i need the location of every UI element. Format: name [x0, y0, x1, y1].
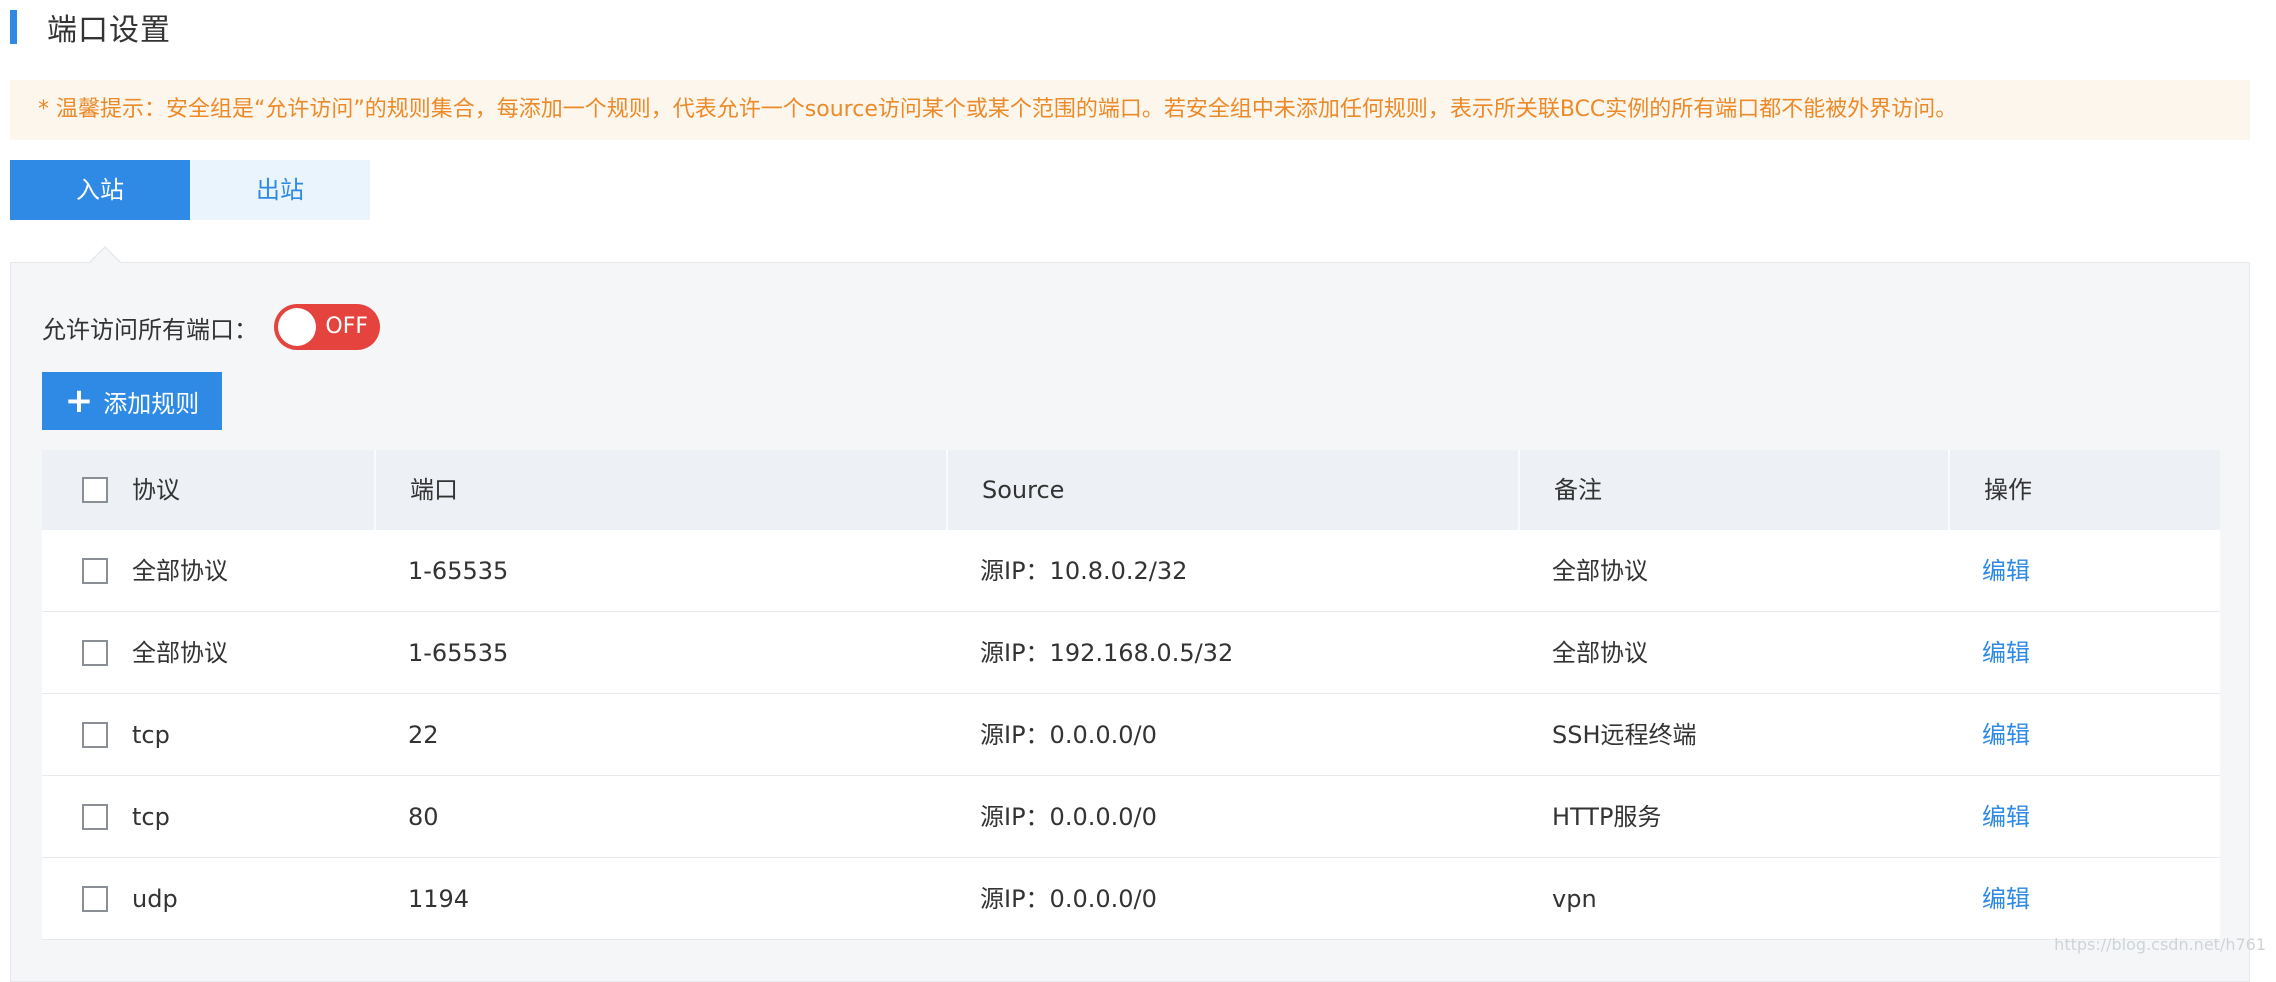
table-row: udp 1194 源IP：0.0.0.0/0 vpn 编辑 [42, 858, 2220, 940]
row-checkbox[interactable] [82, 722, 108, 748]
port-cell: 1-65535 [408, 557, 509, 585]
edit-link[interactable]: 编辑 [1982, 803, 2030, 831]
tab-outbound[interactable]: 出站 [190, 160, 370, 220]
header-protocol-label: 协议 [132, 476, 180, 504]
plus-icon: + [64, 381, 94, 421]
remark-cell: vpn [1552, 885, 1597, 913]
protocol-cell: tcp [42, 776, 374, 858]
protocol-value: udp [132, 885, 178, 913]
edit-link[interactable]: 编辑 [1982, 557, 2030, 585]
toggle-knob [278, 308, 316, 346]
header-source: Source [946, 450, 1518, 530]
row-checkbox[interactable] [82, 640, 108, 666]
protocol-value: 全部协议 [132, 557, 228, 585]
select-all-checkbox[interactable] [82, 477, 108, 503]
remark-cell: HTTP服务 [1552, 803, 1662, 831]
source-cell: 源IP：10.8.0.2/32 [980, 557, 1188, 585]
toggle-state-text: OFF [325, 314, 368, 339]
allow-all-ports-label: 允许访问所有端口： [42, 315, 258, 344]
header-protocol: 协议 [42, 450, 374, 530]
page-header: 端口设置 [10, 10, 171, 48]
remark-cell: 全部协议 [1552, 557, 1648, 585]
protocol-cell: 全部协议 [42, 612, 374, 694]
add-rule-label: 添加规则 [103, 389, 200, 418]
port-cell: 1194 [408, 885, 470, 913]
edit-link[interactable]: 编辑 [1982, 721, 2030, 749]
port-cell: 1-65535 [408, 639, 509, 667]
page-title: 端口设置 [47, 13, 171, 48]
direction-tabs: 入站 出站 [10, 160, 370, 220]
row-checkbox[interactable] [82, 886, 108, 912]
panel-pointer-arrow-fill [89, 248, 121, 264]
source-cell: 源IP：192.168.0.5/32 [980, 639, 1234, 667]
row-checkbox[interactable] [82, 558, 108, 584]
table-row: tcp 80 源IP：0.0.0.0/0 HTTP服务 编辑 [42, 776, 2220, 858]
table-row: 全部协议 1-65535 源IP：10.8.0.2/32 全部协议 编辑 [42, 530, 2220, 612]
protocol-value: 全部协议 [132, 639, 228, 667]
source-cell: 源IP：0.0.0.0/0 [980, 803, 1157, 831]
edit-link[interactable]: 编辑 [1982, 639, 2030, 667]
action-cell: 编辑 [1948, 776, 2220, 858]
rules-table: 协议 端口 Source 备注 操作 全部协议 1-65535 源IP：10.8… [42, 450, 2220, 940]
header-remark: 备注 [1518, 450, 1948, 530]
action-cell: 编辑 [1948, 694, 2220, 776]
protocol-value: tcp [132, 803, 170, 831]
row-checkbox[interactable] [82, 804, 108, 830]
protocol-cell: 全部协议 [42, 530, 374, 612]
port-cell: 80 [408, 803, 439, 831]
action-cell: 编辑 [1948, 612, 2220, 694]
protocol-cell: tcp [42, 694, 374, 776]
watermark: https://blog.csdn.net/h761 [2054, 935, 2266, 954]
remark-cell: SSH远程终端 [1552, 721, 1697, 749]
protocol-cell: udp [42, 858, 374, 940]
header-action: 操作 [1948, 450, 2220, 530]
table-row: 全部协议 1-65535 源IP：192.168.0.5/32 全部协议 编辑 [42, 612, 2220, 694]
title-accent-bar [10, 10, 17, 44]
action-cell: 编辑 [1948, 530, 2220, 612]
table-row: tcp 22 源IP：0.0.0.0/0 SSH远程终端 编辑 [42, 694, 2220, 776]
source-cell: 源IP：0.0.0.0/0 [980, 721, 1157, 749]
add-rule-button[interactable]: + 添加规则 [42, 372, 222, 430]
allow-all-ports-toggle[interactable]: OFF [274, 304, 380, 350]
remark-cell: 全部协议 [1552, 639, 1648, 667]
header-port: 端口 [374, 450, 946, 530]
port-cell: 22 [408, 721, 439, 749]
tab-inbound[interactable]: 入站 [10, 160, 190, 220]
source-cell: 源IP：0.0.0.0/0 [980, 885, 1157, 913]
edit-link[interactable]: 编辑 [1982, 885, 2030, 913]
allow-all-ports-row: 允许访问所有端口： OFF [42, 304, 380, 350]
table-header: 协议 端口 Source 备注 操作 [42, 450, 2220, 530]
protocol-value: tcp [132, 721, 170, 749]
action-cell: 编辑 [1948, 858, 2220, 940]
tip-banner: * 温馨提示：安全组是“允许访问”的规则集合，每添加一个规则，代表允许一个sou… [10, 80, 2250, 140]
